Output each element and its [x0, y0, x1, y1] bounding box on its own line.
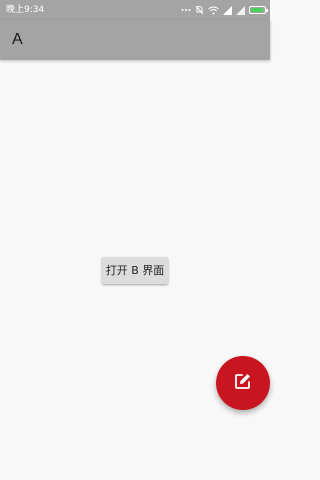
- status-icons: [181, 0, 268, 20]
- wifi-icon: [208, 6, 219, 15]
- app-bar: A: [0, 20, 270, 60]
- page-title: A: [12, 31, 23, 48]
- edit-icon: [234, 372, 252, 394]
- open-b-button[interactable]: 打开 B 界面: [102, 257, 168, 284]
- signal-icon: [223, 5, 232, 15]
- edit-fab-button[interactable]: [216, 356, 270, 410]
- battery-icon: [249, 6, 268, 14]
- battery-level: [251, 8, 263, 12]
- status-bar: 晚上9:34: [0, 0, 270, 20]
- status-time: 晚上9:34: [6, 5, 45, 15]
- dots-icon: [181, 7, 191, 13]
- muted-icon: [195, 5, 204, 15]
- signal-icon: [236, 5, 245, 15]
